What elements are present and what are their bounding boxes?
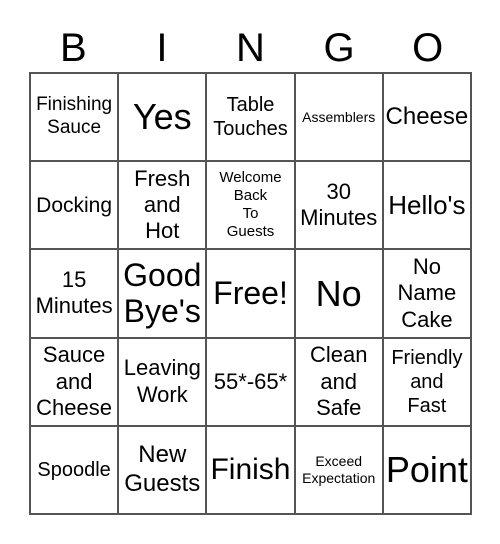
header-letter-i: I bbox=[156, 26, 168, 70]
bingo-cell[interactable]: No Name Cake bbox=[382, 249, 471, 338]
bingo-cell[interactable]: Point bbox=[382, 425, 471, 514]
bingo-cell[interactable]: Yes bbox=[118, 73, 207, 162]
bingo-cell[interactable]: Welcome Back To Guests bbox=[206, 161, 295, 250]
bingo-cell[interactable]: 15 Minutes bbox=[30, 249, 119, 338]
bingo-grid: Finishing Sauce Yes Table Touches Assembler… bbox=[29, 72, 472, 515]
bingo-cell[interactable]: Finish bbox=[206, 425, 295, 514]
bingo-header: B I N G O bbox=[29, 26, 472, 70]
bingo-cell[interactable]: Clean and Safe bbox=[294, 337, 383, 426]
bingo-cell[interactable]: Assemblers bbox=[294, 73, 383, 162]
bingo-cell[interactable]: 30 Minutes bbox=[294, 161, 383, 250]
bingo-cell[interactable]: Table Touches bbox=[206, 73, 295, 162]
bingo-cell[interactable]: Spoodle bbox=[30, 425, 119, 514]
bingo-cell[interactable]: Fresh and Hot bbox=[118, 161, 207, 250]
bingo-cell[interactable]: Friendly and Fast bbox=[382, 337, 471, 426]
bingo-cell[interactable]: Hello's bbox=[382, 161, 471, 250]
header-letter-b: B bbox=[59, 26, 87, 70]
bingo-cell[interactable]: Exceed Expectation bbox=[294, 425, 383, 514]
bingo-cell[interactable]: Finishing Sauce bbox=[30, 73, 119, 162]
bingo-cell[interactable]: No bbox=[294, 249, 383, 338]
bingo-cell[interactable]: 55*-65* bbox=[206, 337, 295, 426]
bingo-cell[interactable]: Docking bbox=[30, 161, 119, 250]
bingo-cell[interactable]: Leaving Work bbox=[118, 337, 207, 426]
header-letter-g: G bbox=[323, 26, 355, 70]
bingo-cell[interactable]: Cheese bbox=[382, 73, 471, 162]
bingo-cell[interactable]: New Guests bbox=[118, 425, 207, 514]
header-letter-n: N bbox=[236, 26, 265, 70]
header-letter-o: O bbox=[412, 26, 444, 70]
bingo-cell[interactable]: Sauce and Cheese bbox=[30, 337, 119, 426]
bingo-cell[interactable]: Good Bye's bbox=[118, 249, 207, 338]
bingo-cell[interactable]: Free! bbox=[206, 249, 295, 338]
